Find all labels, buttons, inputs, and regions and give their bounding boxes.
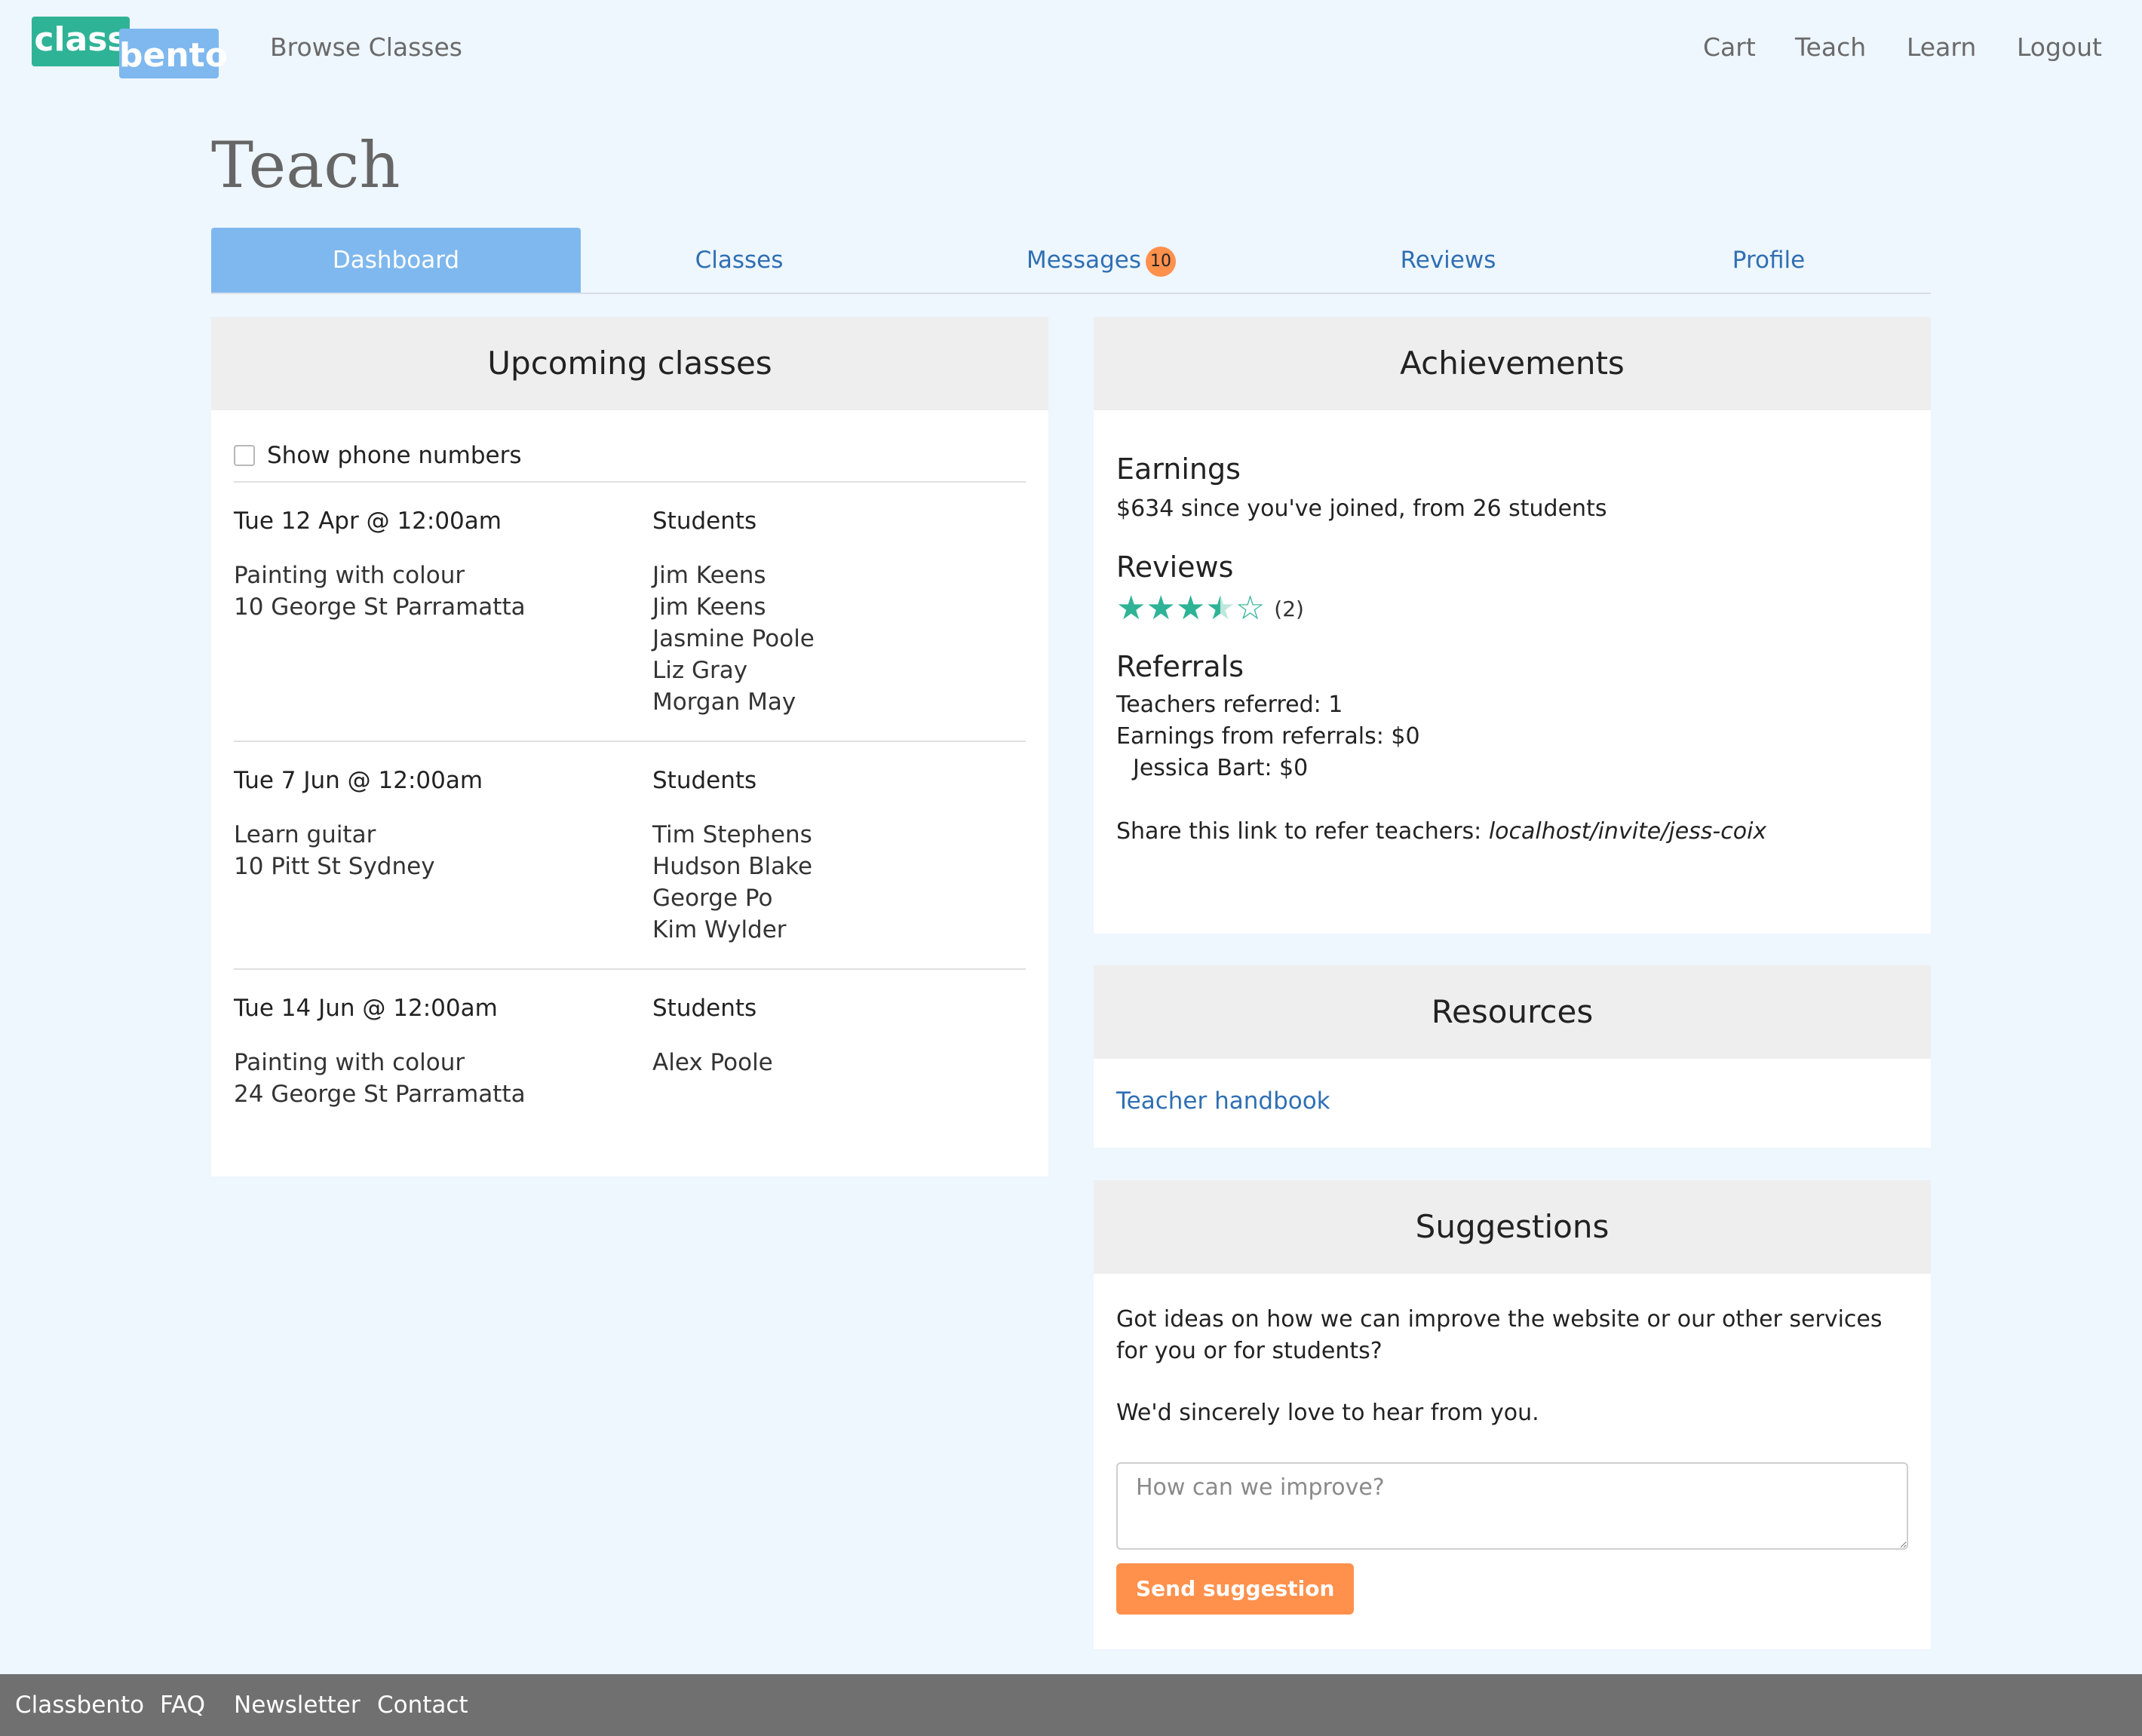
rating-stars: ★ ★ ★ ★ ☆ (2) (1116, 590, 1908, 627)
resources-title: Resources (1094, 965, 1931, 1059)
teach-tabs: Dashboard Classes Messages 10 Reviews Pro… (211, 228, 1931, 294)
logo-class-text: class (32, 17, 130, 66)
teacher-handbook-link[interactable]: Teacher handbook (1116, 1087, 1330, 1115)
earnings-amount: $634 (1116, 495, 1174, 522)
suggestions-panel: Suggestions Got ideas on how we can impr… (1094, 1180, 1931, 1649)
share-text: Share this link to refer teachers: (1116, 818, 1489, 845)
class-row: Tue 14 Jun @ 12:00am Painting with colou… (234, 970, 1026, 1143)
tab-messages-label: Messages (1026, 247, 1142, 274)
suggestions-title: Suggestions (1094, 1180, 1931, 1274)
suggestion-textarea[interactable] (1116, 1462, 1908, 1550)
footer-classbento-link[interactable]: Classbento (15, 1674, 144, 1736)
star-full-icon: ★ (1175, 589, 1206, 627)
upcoming-classes-panel: Upcoming classes Show phone numbers Tue … (211, 317, 1048, 1176)
class-date: Tue 7 Jun @ 12:00am (234, 767, 483, 794)
students-heading: Students (652, 767, 757, 794)
tab-profile[interactable]: Profile (1606, 228, 1931, 293)
nav-cart-link[interactable]: Cart (1703, 29, 1756, 66)
earnings-from-referrals: Earnings from referrals: $0 (1116, 723, 1420, 750)
footer: Classbento FAQ Newsletter Contact (0, 1674, 2142, 1736)
student-name: Alex Poole (652, 1049, 773, 1076)
suggestions-intro: Got ideas on how we can improve the webs… (1116, 1306, 1883, 1364)
share-link[interactable]: localhost/invite/jess-coix (1489, 818, 1766, 845)
logo-bento-text: bento (119, 29, 228, 78)
student-name: Liz Gray (652, 657, 748, 684)
messages-count-badge: 10 (1146, 246, 1177, 277)
class-location: 10 Pitt St Sydney (234, 853, 435, 880)
resources-panel: Resources Teacher handbook (1094, 965, 1931, 1148)
show-phone-label[interactable]: Show phone numbers (267, 442, 522, 469)
classbento-logo[interactable]: class bento (32, 17, 228, 78)
tab-dashboard[interactable]: Dashboard (211, 228, 581, 293)
tab-classes-label: Classes (695, 247, 784, 274)
earnings-summary: $634 since you've joined, from 26 studen… (1116, 493, 1908, 525)
student-name: Jasmine Poole (652, 625, 815, 652)
student-name: Hudson Blake (652, 853, 813, 880)
tab-reviews-label: Reviews (1400, 247, 1496, 274)
student-name: Tim Stephens (652, 821, 812, 848)
class-name: Learn guitar (234, 821, 376, 848)
referral-entry: Jessica Bart: $0 (1133, 755, 1309, 781)
footer-newsletter-link[interactable]: Newsletter (234, 1674, 361, 1736)
class-name: Painting with colour (234, 562, 465, 589)
star-full-icon: ★ (1146, 589, 1176, 627)
page-title: Teach (211, 128, 400, 202)
tab-messages[interactable]: Messages 10 (913, 228, 1290, 293)
share-link-row: Share this link to refer teachers: local… (1116, 816, 1908, 848)
earnings-heading: Earnings (1116, 452, 1241, 486)
achievements-panel: Achievements Earnings $634 since you've … (1094, 317, 1931, 934)
footer-contact-link[interactable]: Contact (377, 1674, 468, 1736)
class-date: Tue 12 Apr @ 12:00am (234, 508, 502, 535)
show-phone-checkbox[interactable] (234, 445, 255, 466)
browse-classes-link[interactable]: Browse Classes (270, 29, 462, 66)
tab-reviews[interactable]: Reviews (1290, 228, 1606, 293)
upcoming-classes-title: Upcoming classes (211, 317, 1048, 410)
reviews-heading: Reviews (1116, 551, 1234, 584)
star-full-icon: ★ (1116, 589, 1146, 627)
class-row: Tue 7 Jun @ 12:00am Learn guitar 10 Pitt… (234, 742, 1026, 970)
student-name: Morgan May (652, 689, 796, 716)
student-name: Jim Keens (652, 562, 766, 589)
tab-dashboard-label: Dashboard (332, 247, 460, 274)
review-count: (2) (1274, 596, 1304, 621)
send-suggestion-button[interactable]: Send suggestion (1116, 1563, 1355, 1615)
class-location: 10 George St Parramatta (234, 593, 526, 621)
achievements-title: Achievements (1094, 317, 1931, 410)
class-name: Painting with colour (234, 1049, 465, 1076)
star-empty-icon: ☆ (1235, 589, 1266, 627)
student-name: Jim Keens (652, 593, 766, 621)
suggestions-note: We'd sincerely love to hear from you. (1116, 1400, 1539, 1426)
nav-learn-link[interactable]: Learn (1907, 29, 1976, 66)
nav-teach-link[interactable]: Teach (1795, 29, 1866, 66)
top-navbar: class bento Browse Classes Cart Teach Le… (0, 0, 2142, 98)
show-phone-row: Show phone numbers (234, 433, 1026, 483)
class-location: 24 George St Parramatta (234, 1081, 526, 1108)
students-heading: Students (652, 995, 757, 1022)
teachers-referred: Teachers referred: 1 (1116, 692, 1343, 718)
footer-faq-link[interactable]: FAQ (160, 1674, 205, 1736)
student-name: Kim Wylder (652, 916, 787, 943)
class-row: Tue 12 Apr @ 12:00am Painting with colou… (234, 483, 1026, 742)
referrals-heading: Referrals (1116, 650, 1244, 683)
student-name: George Po (652, 885, 773, 912)
star-half-icon: ★ (1205, 589, 1235, 627)
tab-profile-label: Profile (1732, 247, 1806, 274)
students-heading: Students (652, 508, 757, 535)
earnings-text: since you've joined, from 26 students (1174, 495, 1607, 522)
nav-logout-link[interactable]: Logout (2017, 29, 2102, 66)
class-date: Tue 14 Jun @ 12:00am (234, 995, 498, 1022)
tab-classes[interactable]: Classes (581, 228, 898, 293)
